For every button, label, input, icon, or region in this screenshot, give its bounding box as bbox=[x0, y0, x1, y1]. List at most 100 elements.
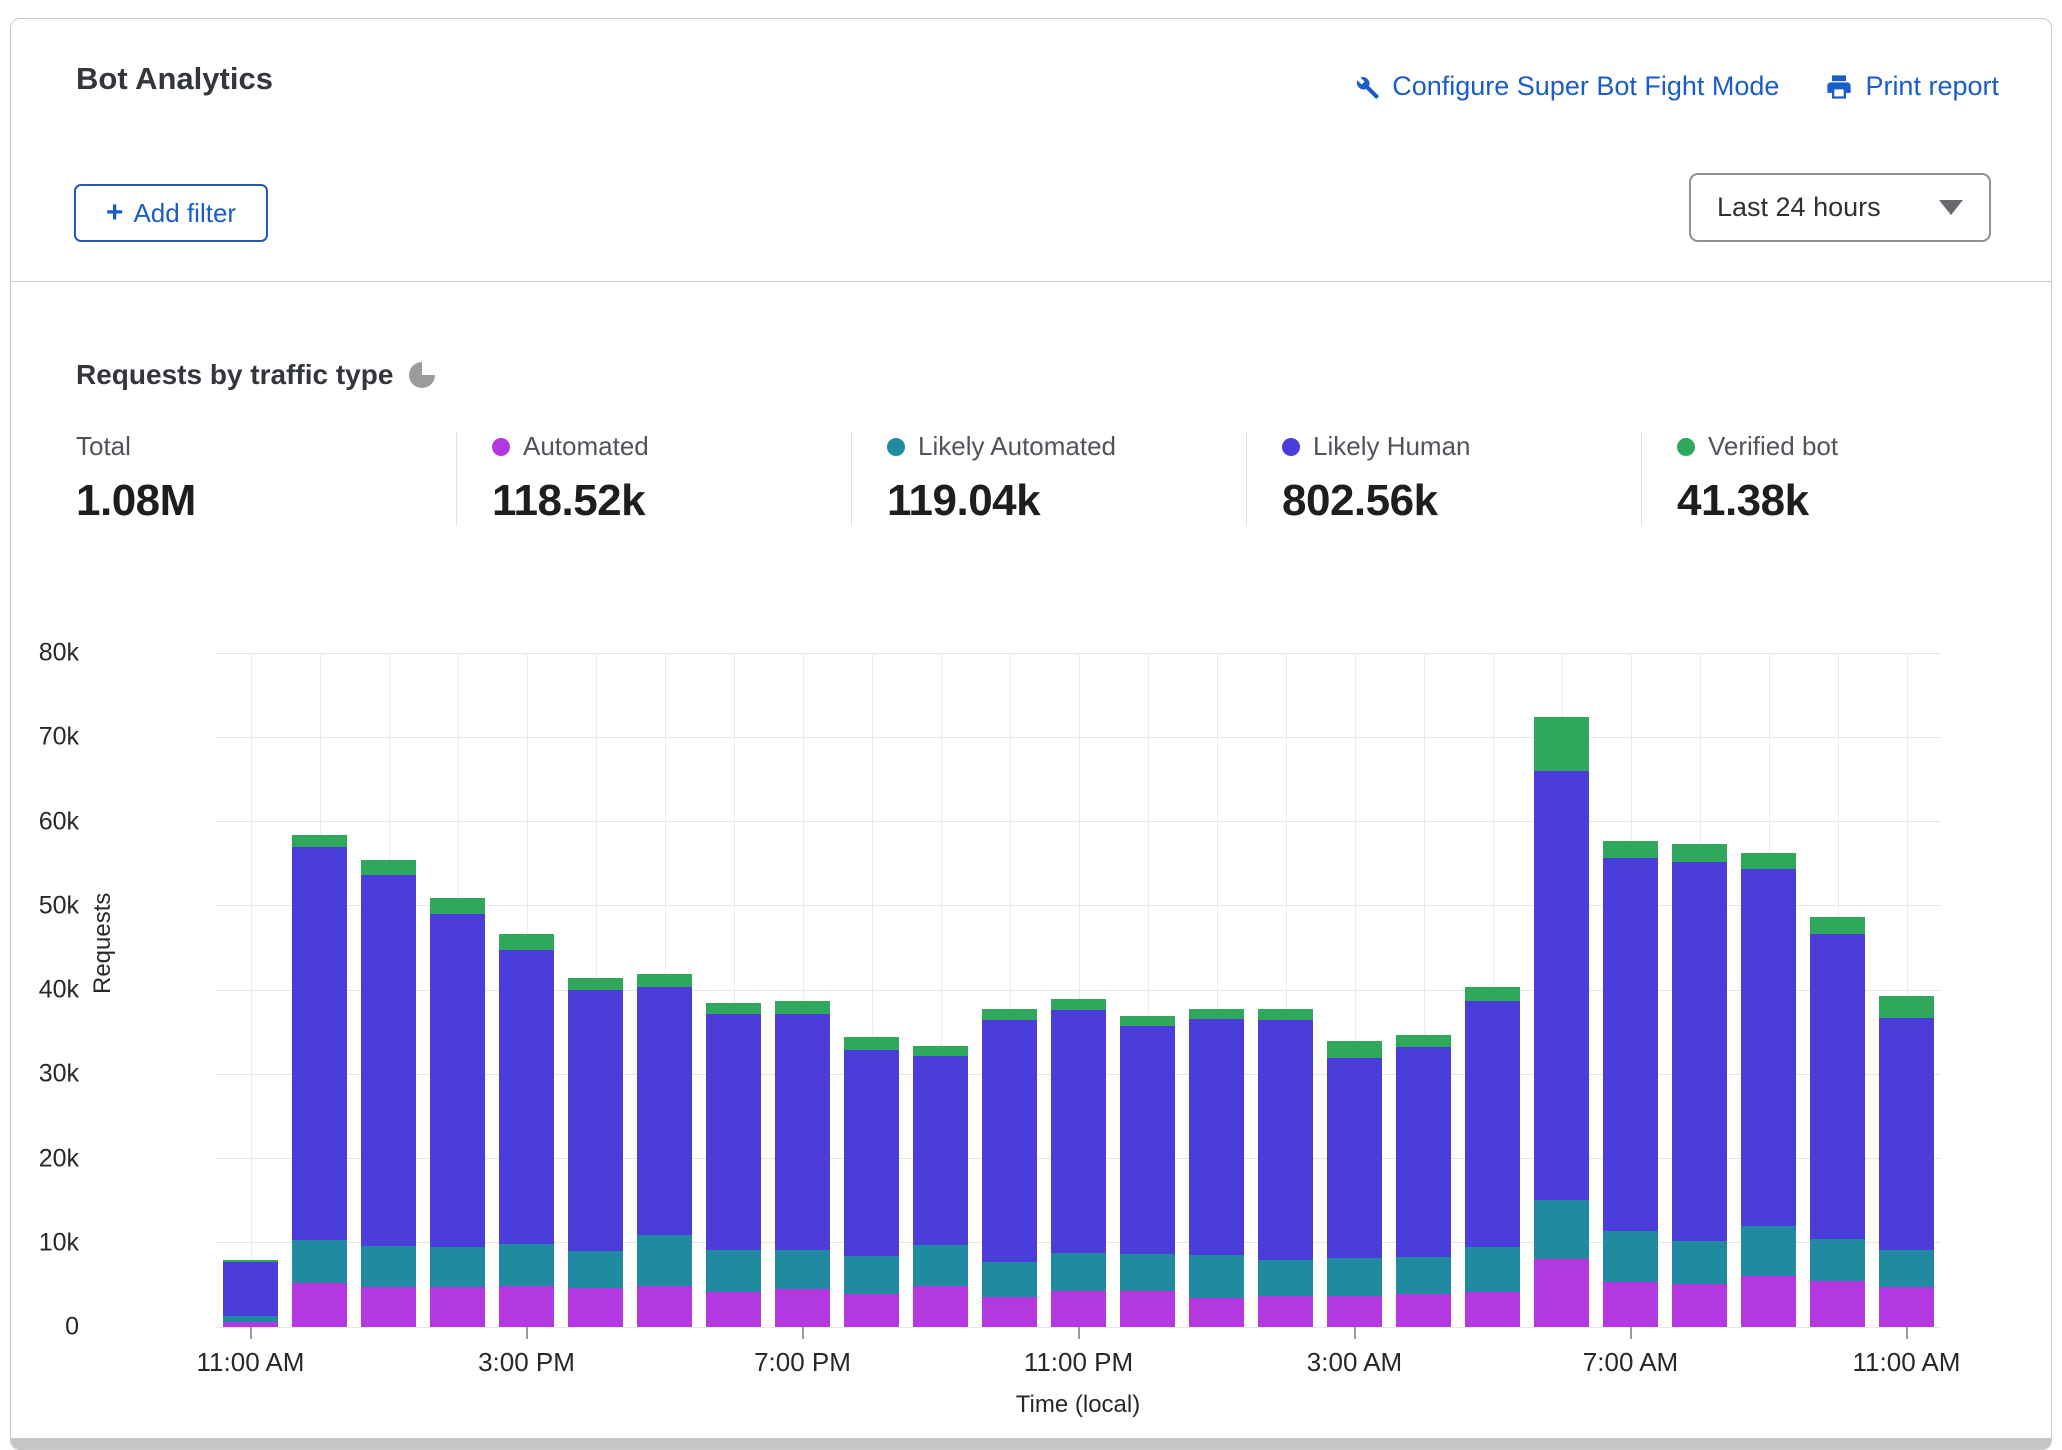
segment-automated bbox=[1603, 1282, 1658, 1327]
bar-6-00-pm bbox=[706, 1003, 761, 1327]
segment-likely-automated bbox=[1672, 1241, 1727, 1284]
segment-automated bbox=[1810, 1281, 1865, 1327]
bar-9-00-am bbox=[1741, 853, 1796, 1327]
x-tick-mark bbox=[1630, 1327, 1632, 1339]
segment-automated bbox=[1120, 1291, 1175, 1327]
segment-verified-bot bbox=[292, 835, 347, 847]
segment-verified-bot bbox=[1327, 1041, 1382, 1058]
segment-likely-automated bbox=[982, 1262, 1037, 1297]
segment-likely-automated bbox=[430, 1247, 485, 1287]
segment-likely-human bbox=[775, 1014, 830, 1249]
segment-likely-human bbox=[430, 914, 485, 1247]
segment-likely-automated bbox=[1189, 1255, 1244, 1298]
segment-likely-automated bbox=[499, 1244, 554, 1285]
segment-verified-bot bbox=[706, 1003, 761, 1015]
segment-likely-human bbox=[223, 1262, 278, 1316]
bar-7-00-am bbox=[1603, 841, 1658, 1327]
segment-likely-human bbox=[1879, 1018, 1934, 1251]
bar-7-00-pm bbox=[775, 1001, 830, 1327]
y-tick-label: 80k bbox=[10, 639, 79, 668]
segment-likely-human bbox=[1741, 869, 1796, 1226]
bar-8-00-am bbox=[1672, 844, 1727, 1327]
bar-3-00-am bbox=[1327, 1041, 1382, 1327]
x-tick-mark bbox=[1354, 1327, 1356, 1339]
segment-verified-bot bbox=[499, 934, 554, 949]
segment-verified-bot bbox=[1258, 1009, 1313, 1020]
segment-verified-bot bbox=[1396, 1035, 1451, 1048]
segment-automated bbox=[844, 1294, 899, 1327]
x-axis-title: Time (local) bbox=[1016, 1391, 1140, 1419]
segment-likely-automated bbox=[637, 1235, 692, 1286]
segment-verified-bot bbox=[775, 1001, 830, 1014]
segment-verified-bot bbox=[1672, 844, 1727, 862]
segment-likely-automated bbox=[1810, 1239, 1865, 1280]
segment-automated bbox=[1189, 1298, 1244, 1327]
bar-6-00-am bbox=[1534, 717, 1589, 1327]
segment-verified-bot bbox=[1810, 917, 1865, 935]
segment-automated bbox=[1051, 1291, 1106, 1327]
bar-1-00-am bbox=[1189, 1009, 1244, 1327]
bar-8-00-pm bbox=[844, 1037, 899, 1327]
segment-likely-automated bbox=[568, 1251, 623, 1288]
x-tick-label: 11:00 AM bbox=[141, 1347, 361, 1378]
segment-automated bbox=[1534, 1259, 1589, 1327]
segment-automated bbox=[430, 1287, 485, 1327]
segment-automated bbox=[568, 1288, 623, 1327]
segment-automated bbox=[1258, 1296, 1313, 1327]
y-tick-label: 20k bbox=[10, 1144, 79, 1173]
bar-12-00-am bbox=[1120, 1016, 1175, 1327]
y-tick-label: 60k bbox=[10, 807, 79, 836]
segment-verified-bot bbox=[1189, 1009, 1244, 1019]
x-tick-label: 11:00 AM bbox=[1797, 1347, 2017, 1378]
segment-likely-human bbox=[637, 987, 692, 1235]
segment-likely-automated bbox=[1879, 1250, 1934, 1287]
y-tick-label: 70k bbox=[10, 723, 79, 752]
segment-likely-automated bbox=[706, 1250, 761, 1291]
segment-automated bbox=[1396, 1294, 1451, 1327]
segment-verified-bot bbox=[844, 1037, 899, 1050]
segment-verified-bot bbox=[1603, 841, 1658, 858]
bar-2-00-pm bbox=[430, 898, 485, 1327]
bar-11-00-am bbox=[1879, 996, 1934, 1327]
segment-likely-automated bbox=[1534, 1200, 1589, 1259]
segment-verified-bot bbox=[1534, 717, 1589, 771]
segment-likely-human bbox=[568, 990, 623, 1251]
segment-likely-human bbox=[1396, 1047, 1451, 1257]
segment-likely-human bbox=[844, 1050, 899, 1256]
segment-automated bbox=[637, 1286, 692, 1327]
y-axis-title: Requests bbox=[89, 893, 117, 994]
segment-likely-human bbox=[1672, 862, 1727, 1241]
segment-automated bbox=[1741, 1276, 1796, 1327]
y-tick-label: 50k bbox=[10, 891, 79, 920]
next-section-divider bbox=[11, 1438, 2051, 1450]
segment-verified-bot bbox=[1879, 996, 1934, 1018]
segment-likely-automated bbox=[1741, 1226, 1796, 1276]
bar-4-00-am bbox=[1396, 1035, 1451, 1327]
x-tick-label: 7:00 PM bbox=[693, 1347, 913, 1378]
segment-verified-bot bbox=[1051, 999, 1106, 1010]
gridline-x bbox=[251, 653, 252, 1327]
bar-5-00-pm bbox=[637, 974, 692, 1327]
bot-analytics-card: Bot Analytics Configure Super Bot Fight … bbox=[10, 18, 2052, 1450]
x-tick-label: 3:00 PM bbox=[417, 1347, 637, 1378]
segment-verified-bot bbox=[982, 1009, 1037, 1020]
segment-automated bbox=[1465, 1292, 1520, 1327]
segment-likely-human bbox=[1603, 858, 1658, 1231]
bar-9-00-pm bbox=[913, 1046, 968, 1327]
segment-likely-human bbox=[361, 875, 416, 1246]
segment-automated bbox=[913, 1286, 968, 1327]
segment-likely-automated bbox=[775, 1250, 830, 1290]
segment-likely-human bbox=[706, 1014, 761, 1250]
segment-likely-automated bbox=[1603, 1231, 1658, 1282]
segment-automated bbox=[1327, 1296, 1382, 1327]
segment-automated bbox=[292, 1283, 347, 1327]
x-tick-label: 11:00 PM bbox=[969, 1347, 1189, 1378]
segment-likely-automated bbox=[1327, 1258, 1382, 1296]
segment-verified-bot bbox=[430, 898, 485, 914]
segment-likely-human bbox=[1810, 934, 1865, 1239]
bar-1-00-pm bbox=[361, 860, 416, 1327]
x-tick-label: 3:00 AM bbox=[1245, 1347, 1465, 1378]
segment-verified-bot bbox=[1741, 853, 1796, 869]
segment-likely-automated bbox=[844, 1256, 899, 1294]
segment-likely-human bbox=[1465, 1001, 1520, 1247]
